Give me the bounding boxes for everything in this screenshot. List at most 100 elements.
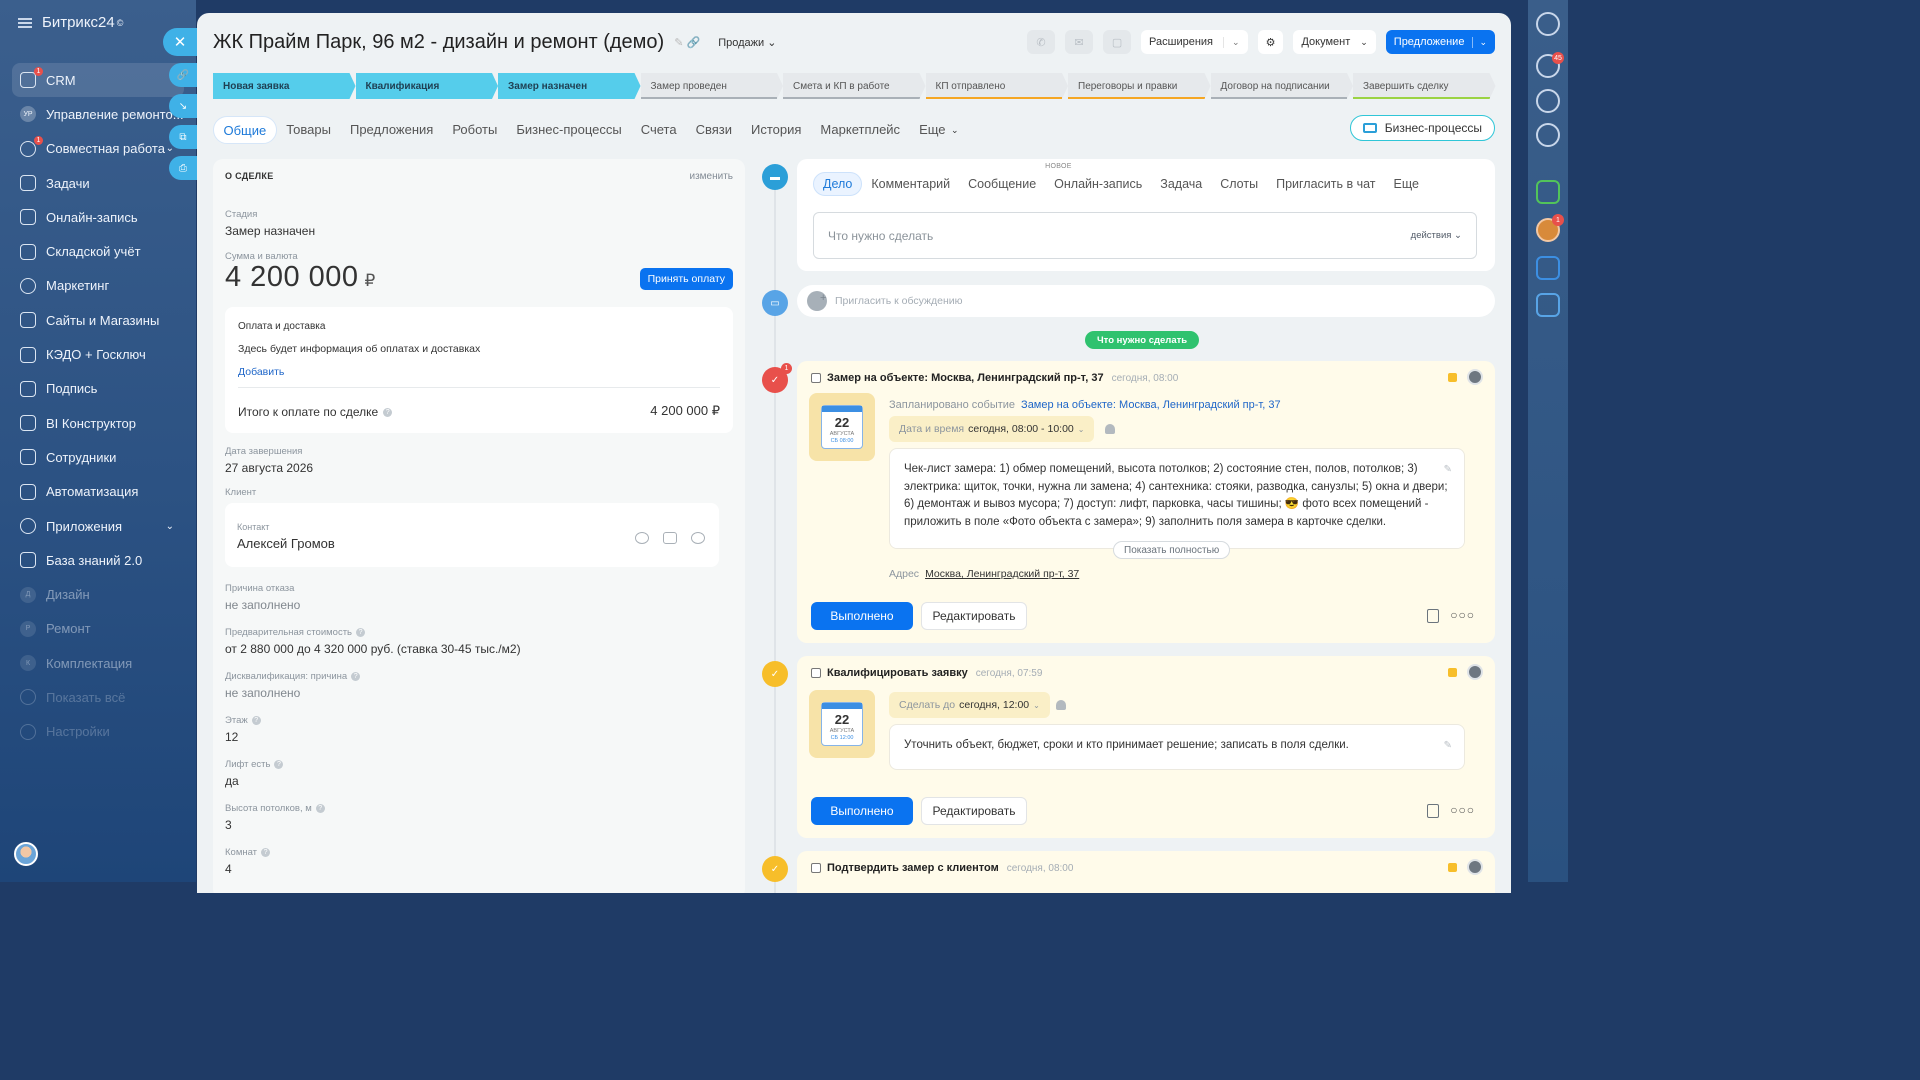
- nav-item-kedo[interactable]: КЭДО + Госключ: [12, 337, 184, 371]
- calendar-app-icon[interactable]: [1536, 180, 1560, 204]
- activity-title[interactable]: Замер на объекте: Москва, Ленинградский …: [827, 372, 1178, 384]
- more-icon[interactable]: ○○○: [1450, 608, 1475, 622]
- editor-tab-7[interactable]: Пригласить в чат: [1267, 173, 1384, 195]
- add-payment-link[interactable]: Добавить: [238, 366, 284, 378]
- activity-checkbox[interactable]: [811, 863, 821, 873]
- phone-icon[interactable]: [635, 532, 649, 544]
- menu-icon[interactable]: [18, 17, 32, 28]
- pencil-icon[interactable]: ✎: [1444, 737, 1452, 755]
- edit-about-link[interactable]: изменить: [689, 171, 733, 182]
- brand[interactable]: Битрикс24 ©: [18, 14, 123, 31]
- nav-show-all[interactable]: Показать всё: [12, 680, 184, 714]
- activity-note[interactable]: Чек-лист замера: 1) обмер помещений, выс…: [889, 448, 1465, 549]
- stage-8[interactable]: Договор на подписании: [1211, 73, 1354, 99]
- document-icon[interactable]: [1427, 804, 1439, 818]
- tab-3[interactable]: Предложения: [340, 116, 442, 144]
- reminder-bell-icon[interactable]: [1105, 424, 1115, 434]
- proposal-button[interactable]: Предложение ⌄: [1385, 30, 1495, 54]
- tab-5[interactable]: Бизнес-процессы: [507, 116, 631, 144]
- accept-payment-button[interactable]: Принять оплату: [639, 268, 733, 290]
- field-value[interactable]: от 2 880 000 до 4 320 000 руб. (ставка 3…: [225, 642, 521, 656]
- profile-icon[interactable]: [1536, 12, 1560, 36]
- activity-title[interactable]: Подтвердить замер с клиентом сегодня, 08:…: [827, 862, 1073, 874]
- stage-2[interactable]: Квалификация: [356, 73, 499, 99]
- extensions-button[interactable]: Расширения ⌄: [1141, 30, 1248, 54]
- category-selector[interactable]: Продажи ⌄: [718, 36, 776, 49]
- editor-tab-6[interactable]: Слоты: [1211, 173, 1267, 195]
- print-button[interactable]: ⎙: [169, 156, 197, 180]
- edit-button[interactable]: Редактировать: [921, 797, 1027, 825]
- open-new-window-button[interactable]: ⧉: [169, 125, 197, 149]
- responsible-avatar[interactable]: [1467, 859, 1483, 875]
- bookmark-icon[interactable]: [1536, 256, 1560, 280]
- help-icon[interactable]: ?: [383, 407, 393, 417]
- close-date-value[interactable]: 27 августа 2026: [225, 461, 313, 475]
- reminder-bell-icon[interactable]: [1056, 700, 1066, 710]
- actions-dropdown[interactable]: действия ⌄: [1411, 230, 1462, 241]
- activity-checkbox[interactable]: [811, 668, 821, 678]
- stage-4[interactable]: Замер проведен: [641, 73, 784, 99]
- chat-icon[interactable]: [691, 532, 705, 544]
- copilot-icon[interactable]: [1536, 89, 1560, 113]
- field-value[interactable]: 3: [225, 818, 232, 832]
- document-icon[interactable]: [1427, 609, 1439, 623]
- copy-link-button[interactable]: 🔗: [169, 63, 197, 87]
- activity-note[interactable]: Уточнить объект, бюджет, сроки и кто при…: [889, 724, 1465, 770]
- help-icon[interactable]: ?: [251, 716, 261, 725]
- tab-7[interactable]: Связи: [686, 116, 741, 144]
- tab-2[interactable]: Товары: [277, 116, 341, 144]
- editor-tab-5[interactable]: Задача: [1151, 173, 1211, 195]
- stage-9[interactable]: Завершить сделку: [1353, 73, 1496, 99]
- show-full-button[interactable]: Показать полностью: [1113, 541, 1231, 559]
- contact-name[interactable]: Алексей Громов: [237, 536, 335, 551]
- tab-1[interactable]: Общие: [213, 116, 277, 144]
- nav-item-repair[interactable]: Р Ремонт: [12, 612, 184, 646]
- color-flag-icon[interactable]: [1448, 373, 1457, 382]
- help-icon[interactable]: ?: [315, 804, 325, 813]
- nav-item-bi[interactable]: BI Конструктор: [12, 406, 184, 440]
- mail-icon[interactable]: [663, 532, 677, 544]
- help-icon[interactable]: ?: [261, 848, 271, 857]
- deadline-selector[interactable]: Сделать до сегодня, 12:00 ⌄: [889, 692, 1050, 718]
- field-value[interactable]: не заполнено: [225, 598, 300, 612]
- nav-item-tasks[interactable]: Задачи: [12, 166, 184, 200]
- minimize-button[interactable]: ↘: [169, 94, 197, 118]
- tab-4[interactable]: Роботы: [443, 116, 507, 144]
- stage-1[interactable]: Новая заявка: [213, 73, 356, 99]
- nav-item-crm[interactable]: 1 CRM: [12, 63, 184, 98]
- address-link[interactable]: Москва, Ленинградский пр-т, 37: [925, 568, 1079, 580]
- nav-item-design[interactable]: Д Дизайн: [12, 577, 184, 611]
- edit-button[interactable]: Редактировать: [921, 602, 1027, 630]
- complete-button[interactable]: Выполнено: [811, 797, 913, 825]
- datetime-selector[interactable]: Дата и время сегодня, 08:00 - 10:00 ⌄: [889, 416, 1095, 442]
- responsible-avatar[interactable]: [1467, 664, 1483, 680]
- field-value[interactable]: да: [225, 774, 239, 788]
- stage-3[interactable]: Замер назначен: [498, 73, 641, 99]
- document-button[interactable]: Документ ⌄: [1293, 30, 1376, 54]
- activity-title[interactable]: Квалифицировать заявку сегодня, 07:59: [827, 667, 1042, 679]
- call-icon[interactable]: ✆: [1027, 30, 1056, 54]
- nav-item-booking[interactable]: Онлайн-запись: [12, 200, 184, 234]
- nav-item-knowledge[interactable]: База знаний 2.0: [12, 543, 184, 577]
- field-value[interactable]: 4: [225, 862, 232, 876]
- stage-5[interactable]: Смета и КП в работе: [783, 73, 926, 99]
- nav-item-marketing[interactable]: Маркетинг: [12, 269, 184, 303]
- invite-discussion-field[interactable]: Пригласить к обсуждению: [797, 285, 1495, 317]
- stage-6[interactable]: КП отправлено: [926, 73, 1069, 99]
- nav-item-repair-management[interactable]: УР Управление ремонто...: [12, 97, 184, 131]
- chat-icon[interactable]: [1536, 123, 1560, 147]
- mail-icon[interactable]: ✉: [1065, 30, 1094, 54]
- color-flag-icon[interactable]: [1448, 863, 1457, 872]
- tab-10[interactable]: Еще: [910, 116, 955, 144]
- help-icon[interactable]: ?: [356, 628, 366, 637]
- tab-6[interactable]: Счета: [631, 116, 686, 144]
- field-value[interactable]: 12: [225, 730, 238, 744]
- scheduled-event-link[interactable]: Замер на объекте: Москва, Ленинградский …: [1021, 399, 1281, 411]
- settings-button[interactable]: ⚙: [1257, 30, 1284, 54]
- editor-tab-3[interactable]: Сообщение: [959, 173, 1045, 195]
- help-icon[interactable]: ?: [351, 672, 361, 681]
- tab-9[interactable]: Маркетплейс: [811, 116, 910, 144]
- chat-bubble-icon[interactable]: ▢: [1103, 30, 1132, 54]
- user-avatar[interactable]: [14, 842, 38, 866]
- nav-item-equipment[interactable]: К Комплектация: [12, 646, 184, 680]
